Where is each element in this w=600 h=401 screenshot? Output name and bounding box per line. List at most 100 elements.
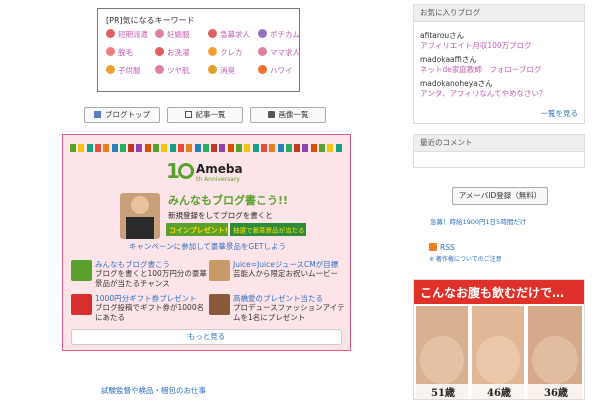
keyword-link[interactable]: ツヤ肌 <box>155 65 190 77</box>
see-all-link[interactable]: 一覧を見る <box>541 108 579 119</box>
ad-age-label: 36歳 <box>544 386 568 399</box>
promo-description: ブログを書くと100万円分の豪華景品が当たるチャンス <box>95 269 207 288</box>
keyword-label: お洗濯 <box>167 48 190 57</box>
see-more-button[interactable]: もっと見る <box>71 329 342 345</box>
promo-item[interactable]: 1000円分ギフト券プレゼント ブログ投稿でギフト券が1000名にあたる <box>71 293 209 329</box>
keyword-title: [PR]気になるキーワード <box>106 16 195 25</box>
articles-button[interactable]: 記事一覧 <box>167 107 243 123</box>
banner-title: みんなもブログ書こう!! <box>168 193 288 207</box>
person-photo <box>209 294 230 315</box>
favorite-blog-link[interactable]: アフィリエイト月収100万ブログ <box>420 41 532 51</box>
keyword-label: ハワイ <box>270 66 293 75</box>
logo-subtext: th Anniversary <box>196 176 240 183</box>
articles-label: 記事一覧 <box>195 110 226 119</box>
keyword-link[interactable]: 子供服 <box>106 65 141 77</box>
blog-top-label: ブログトップ <box>105 110 150 119</box>
decorative-square <box>128 144 135 152</box>
keyword-link[interactable]: 妊娠服 <box>155 29 190 41</box>
rss-link[interactable]: RSS <box>429 243 455 252</box>
decorative-square <box>335 144 342 152</box>
keyword-box: [PR]気になるキーワード 短期派遣 妊娠服 急募求人 ポチカム脱毛 お洗濯 クレカ ママ求… <box>97 8 300 92</box>
favorite-item[interactable]: madokaaffiさん ネットde家庭教師 フォローブログ <box>420 55 541 75</box>
promo-item[interactable]: みんなもブログ書こう ブログを書くと100万円分の豪華景品が当たるチャンス <box>71 259 209 295</box>
decorative-square <box>244 144 251 152</box>
logo-text: Ameba <box>196 162 243 176</box>
favorite-author: afitarouさん <box>420 31 465 40</box>
keyword-label: ママ求人 <box>270 48 300 57</box>
keyword-icon <box>106 29 115 38</box>
favorite-author: madokaaffiさん <box>420 55 477 64</box>
keyword-link[interactable]: 脱毛 <box>106 47 133 59</box>
list-icon <box>184 111 192 118</box>
gift-icon <box>71 294 92 315</box>
decorative-square <box>319 144 325 152</box>
keyword-link[interactable]: ママ求人 <box>258 47 300 59</box>
keyword-label: 急募求人 <box>220 30 250 39</box>
keyword-icon <box>208 47 217 56</box>
blog-top-button[interactable]: ブログトップ <box>84 107 160 123</box>
decorative-square <box>169 144 176 152</box>
document-icon <box>94 111 101 118</box>
decorative-square <box>227 144 234 152</box>
keyword-link[interactable]: ハワイ <box>258 65 293 77</box>
keyword-link[interactable]: 短期派遣 <box>106 29 148 41</box>
images-button[interactable]: 画像一覧 <box>250 107 326 123</box>
keyword-label: ポチカム <box>270 30 300 39</box>
keyword-icon <box>106 65 115 74</box>
register-button[interactable]: アメーバID登録（無料） <box>452 187 548 205</box>
recent-comments-panel: 最近のコメント <box>413 134 585 168</box>
camera-icon <box>267 111 275 118</box>
keyword-icon <box>155 65 164 74</box>
promo-item[interactable]: 高橋愛のプレゼント当たる プロデュースファッションアイテムを1名にプレゼント <box>209 293 347 329</box>
decorative-square <box>78 144 85 152</box>
promo-item[interactable]: Juice=JuiceジュースCMが目標 芸能人から限定お祝いムービー <box>209 259 347 295</box>
rss-label: RSS <box>440 243 455 252</box>
ad-age-label: 46歳 <box>487 386 511 399</box>
favorite-blog-link[interactable]: ネットde家庭教師 フォローブログ <box>420 65 541 75</box>
decorative-square <box>219 144 226 152</box>
decorative-square <box>285 144 292 152</box>
keyword-link[interactable]: ポチカム <box>258 29 300 41</box>
decorative-square <box>186 144 193 152</box>
decorative-square <box>236 144 242 152</box>
favorite-blog-link[interactable]: アンタ、アフィリなんてやめなさい？ <box>420 89 546 99</box>
job-promo-link[interactable]: 急募！時給1900円1日5時間だけ <box>430 216 526 226</box>
keyword-icon <box>258 29 267 38</box>
favorite-blogs-header: お気に入りブログ <box>414 5 584 22</box>
rss-icon <box>429 243 437 251</box>
copyright-notice-link[interactable]: ※ 著作権についてのご注意 <box>429 254 502 263</box>
decorative-square <box>94 144 101 152</box>
favorite-item[interactable]: madokanoheyaさん アンタ、アフィリなんてやめなさい？ <box>420 79 546 99</box>
clover-icon <box>71 260 92 281</box>
decorative-square <box>136 144 143 152</box>
keyword-label: クレカ <box>220 48 243 57</box>
keyword-icon <box>208 29 217 38</box>
keyword-link[interactable]: クレカ <box>208 47 243 59</box>
keyword-link[interactable]: 急募求人 <box>208 29 250 41</box>
decorative-square <box>269 144 276 152</box>
decorative-square <box>119 144 126 152</box>
diet-ad-banner[interactable]: こんなお腹も飲むだけで… 51歳 46歳 36歳 <box>413 279 585 400</box>
keyword-link[interactable]: 消臭 <box>208 65 235 77</box>
campaign-link[interactable]: キャンペーンに参加して豪華景品をGETしよう <box>63 241 352 252</box>
recent-comments-header: 最近のコメント <box>414 135 584 152</box>
group-photo <box>209 260 230 281</box>
ameba-10th-logo[interactable]: 1 Ameba th Anniversary <box>166 159 256 183</box>
promo-description: プロデュースファッションアイテムを1名にプレゼント <box>233 303 345 322</box>
job-ad-link[interactable]: 試験監督や検品・梱包のお仕事 <box>101 385 206 396</box>
banner-tag-prize: 抽選で豪華景品が当たる <box>233 226 305 235</box>
keyword-label: 消臭 <box>220 66 235 75</box>
decorative-square <box>177 144 184 152</box>
favorite-item[interactable]: afitarouさん アフィリエイト月収100万ブログ <box>420 31 532 51</box>
images-label: 画像一覧 <box>278 110 309 119</box>
decorative-square <box>86 144 93 152</box>
decorative-square <box>103 144 110 152</box>
decorative-square <box>294 144 301 152</box>
keyword-link[interactable]: お洗濯 <box>155 47 190 59</box>
keyword-label: 脱毛 <box>118 48 133 57</box>
ameba-campaign-box: 1 Ameba th Anniversary みんなもブログ書こう!! 新規登録… <box>62 134 351 351</box>
keyword-icon <box>155 47 164 56</box>
ad-age-label: 51歳 <box>431 386 455 399</box>
favorite-blogs-panel: お気に入りブログ afitarouさん アフィリエイト月収100万ブログ mad… <box>413 4 585 124</box>
ad-headline: こんなお腹も飲むだけで… <box>420 285 564 300</box>
